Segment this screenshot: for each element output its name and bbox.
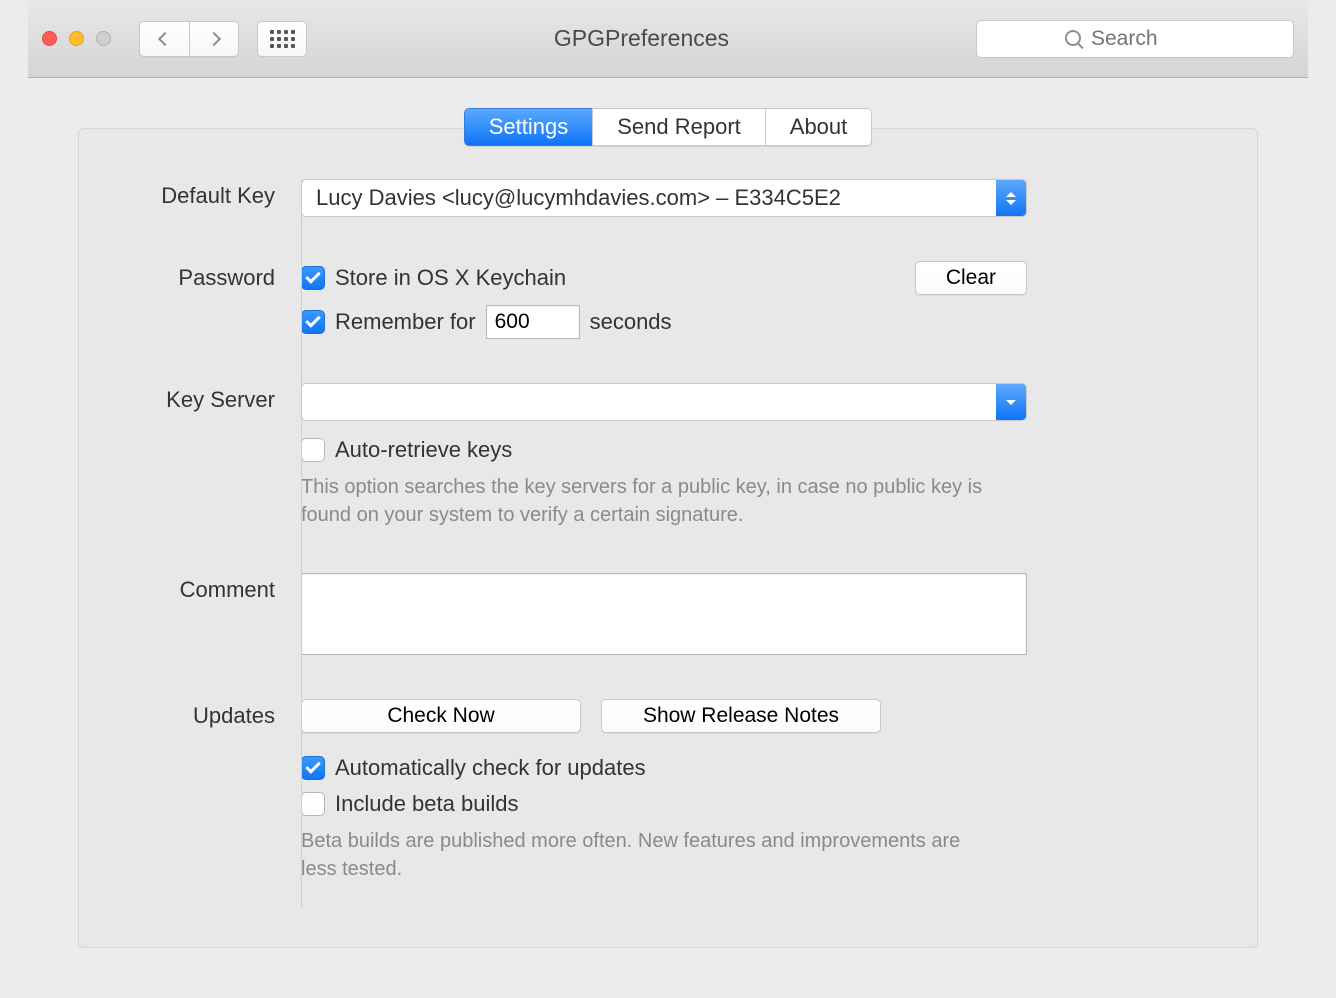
auto-retrieve-help: This option searches the key servers for… <box>301 473 1001 529</box>
default-key-select[interactable]: Lucy Davies <lucy@lucymhdavies.com> – E3… <box>301 179 1027 217</box>
default-key-value: Lucy Davies <lucy@lucymhdavies.com> – E3… <box>316 185 841 211</box>
remember-checkbox[interactable] <box>301 310 325 334</box>
tab-bar: Settings Send Report About <box>78 108 1258 146</box>
back-button[interactable] <box>139 21 189 57</box>
check-icon <box>305 268 321 284</box>
label-password: Password <box>115 261 275 291</box>
label-default-key: Default Key <box>115 179 275 209</box>
chevron-right-icon <box>207 31 221 45</box>
auto-updates-label: Automatically check for updates <box>335 755 646 781</box>
auto-updates-checkbox[interactable] <box>301 756 325 780</box>
forward-button[interactable] <box>189 21 239 57</box>
check-now-button[interactable]: Check Now <box>301 699 581 733</box>
search-input[interactable] <box>1091 27 1281 51</box>
remember-label: Remember for <box>335 309 476 335</box>
store-keychain-checkbox[interactable] <box>301 266 325 290</box>
check-icon <box>305 312 321 328</box>
store-keychain-label: Store in OS X Keychain <box>335 265 566 291</box>
search-icon <box>1065 30 1083 48</box>
beta-help: Beta builds are published more often. Ne… <box>301 827 1001 883</box>
close-icon[interactable] <box>42 31 57 46</box>
auto-retrieve-checkbox[interactable] <box>301 438 325 462</box>
seconds-label: seconds <box>590 309 672 335</box>
content-area: Settings Send Report About Default Key L… <box>28 78 1308 978</box>
tab-send-report[interactable]: Send Report <box>592 108 765 146</box>
auto-retrieve-label: Auto-retrieve keys <box>335 437 512 463</box>
divider <box>301 179 302 907</box>
minimize-icon[interactable] <box>69 31 84 46</box>
comment-input[interactable] <box>301 573 1027 655</box>
release-notes-button[interactable]: Show Release Notes <box>601 699 881 733</box>
label-key-server: Key Server <box>115 383 275 413</box>
chevron-down-icon <box>996 384 1026 420</box>
tab-settings[interactable]: Settings <box>464 108 593 146</box>
key-server-select[interactable] <box>301 383 1027 421</box>
show-all-button[interactable] <box>257 21 307 57</box>
clear-button[interactable]: Clear <box>915 261 1027 295</box>
titlebar: GPGPreferences <box>28 0 1308 78</box>
settings-panel: Default Key Lucy Davies <lucy@lucymhdavi… <box>78 128 1258 948</box>
chevron-updown-icon <box>996 180 1026 216</box>
preferences-window: GPGPreferences Settings Send Report Abou… <box>28 0 1308 960</box>
window-title: GPGPreferences <box>317 25 966 52</box>
check-icon <box>305 758 321 774</box>
tab-about[interactable]: About <box>765 108 873 146</box>
beta-builds-label: Include beta builds <box>335 791 518 817</box>
label-comment: Comment <box>115 573 275 603</box>
beta-builds-checkbox[interactable] <box>301 792 325 816</box>
label-updates: Updates <box>115 699 275 729</box>
maximize-icon <box>96 31 111 46</box>
chevron-left-icon <box>157 31 171 45</box>
search-field[interactable] <box>976 20 1294 58</box>
remember-seconds-input[interactable] <box>486 305 580 339</box>
traffic-lights <box>42 31 111 46</box>
grid-icon <box>270 30 295 48</box>
nav-group <box>139 21 239 57</box>
